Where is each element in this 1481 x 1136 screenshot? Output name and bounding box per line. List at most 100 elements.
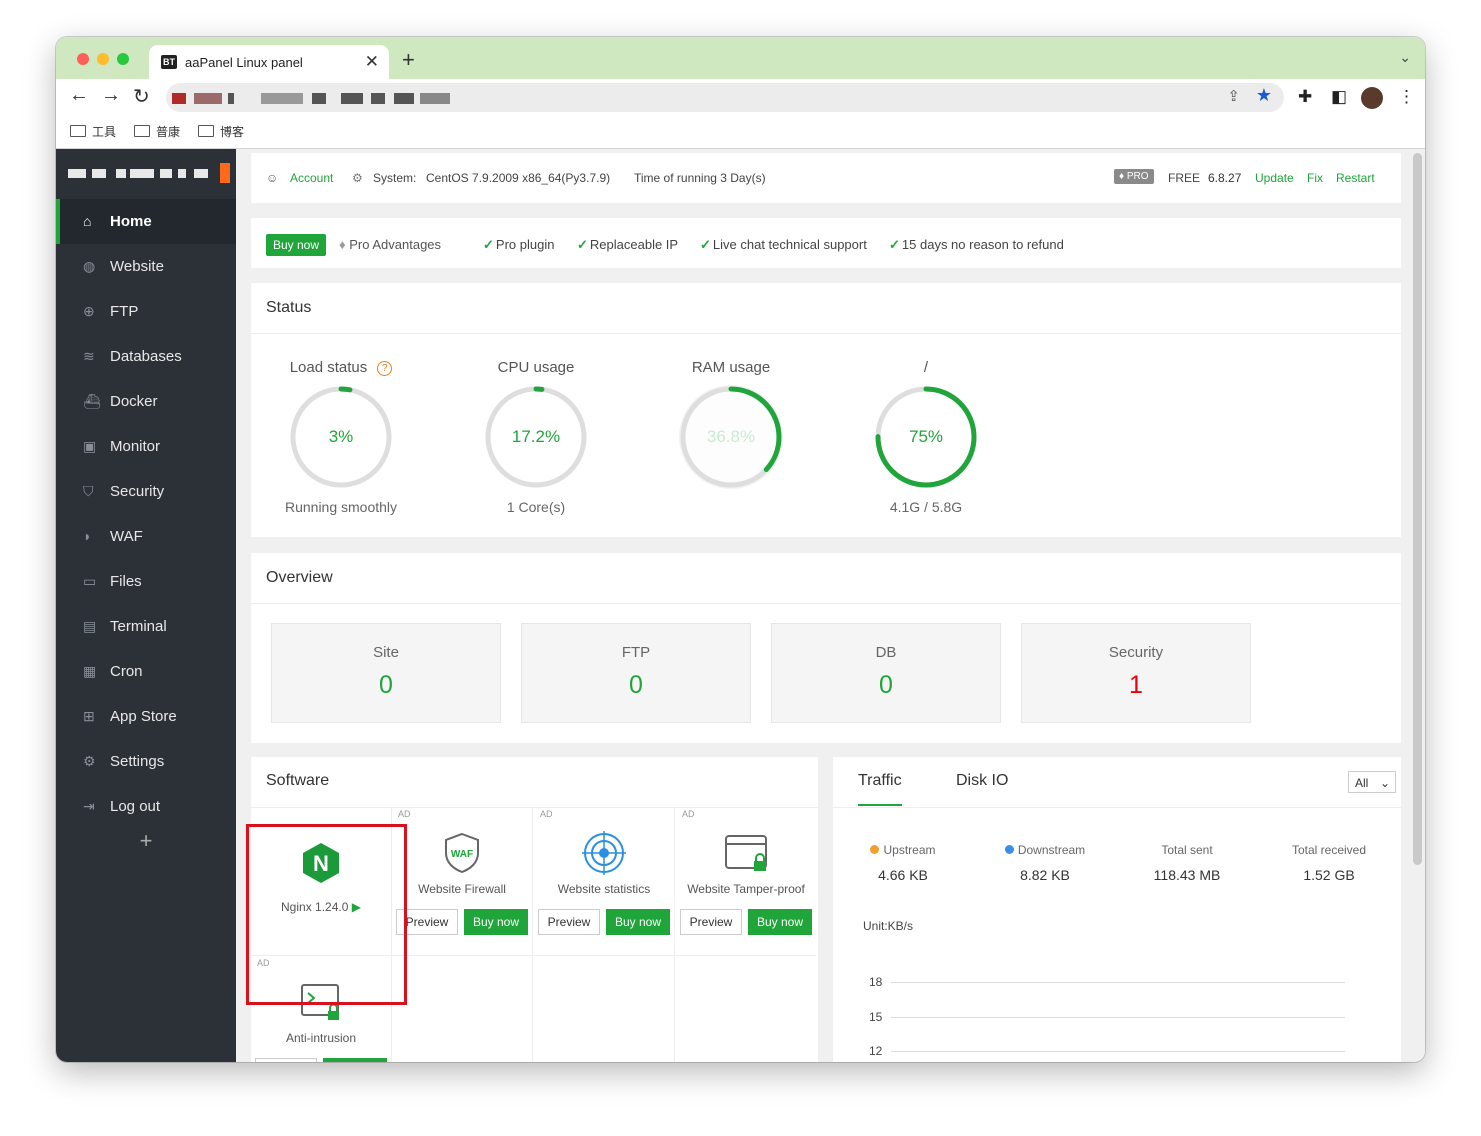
waf-icon: ◗ <box>83 528 92 544</box>
feature-label: 15 days no reason to refund <box>901 237 1064 252</box>
buy-now-button[interactable]: Buy now <box>323 1058 387 1062</box>
sidebar-item-docker[interactable]: ⛴ Docker <box>56 379 236 424</box>
sidebar-item-label: Security <box>110 483 165 500</box>
gauge-label: RAM usage <box>641 359 821 383</box>
overview-site[interactable]: Site 0 <box>271 623 501 723</box>
grid-line <box>891 1017 1345 1018</box>
gauge-label-text: CPU usage <box>497 359 575 376</box>
feature-label: Replaceable IP <box>589 237 679 252</box>
browser-tab[interactable]: BT aaPanel Linux panel ✕ <box>149 45 389 79</box>
globe-icon: ◍ <box>83 258 96 274</box>
help-icon[interactable]: ? <box>377 361 393 376</box>
preview-button[interactable]: Preview <box>538 909 600 935</box>
feature-item: ✓ 15 days no reason to refund <box>889 237 1064 253</box>
tab-search-icon[interactable]: ⌄ <box>1399 49 1411 66</box>
pro-advantages[interactable]: ♦ Pro Advantages <box>339 237 441 252</box>
ad-tag: AD <box>682 809 695 819</box>
star-icon[interactable]: ★ <box>1256 85 1272 106</box>
calendar-icon: ▦ <box>83 663 97 679</box>
database-icon: ≋ <box>83 348 95 364</box>
sidebar-item-log-out[interactable]: ⇥ Log out <box>56 784 236 829</box>
tab-strip: BT aaPanel Linux panel ✕ + ⌄ <box>56 37 1425 79</box>
gauge-ring: 17.2% <box>482 383 590 491</box>
sidebar-item-settings[interactable]: ⚙ Settings <box>56 739 236 784</box>
blurred-url <box>341 93 363 104</box>
new-tab-icon[interactable]: + <box>402 47 415 73</box>
gauge-1[interactable]: CPU usage 17.2% 1 Core(s) <box>446 359 626 515</box>
update-link[interactable]: Update <box>1255 171 1294 185</box>
buy-now-button[interactable]: Buy now <box>464 909 528 935</box>
overview-ftp[interactable]: FTP 0 <box>521 623 751 723</box>
gauge-2[interactable]: RAM usage 36.8% <box>641 359 821 499</box>
pro-badge-label: PRO <box>1126 171 1149 182</box>
add-shortcut-button[interactable]: + <box>56 828 236 854</box>
gauge-value: 17.2% <box>511 427 561 446</box>
preview-button[interactable]: Preview <box>255 1058 317 1062</box>
software-title: Software <box>266 772 330 789</box>
stat-value: 1.52 GB <box>1303 867 1355 883</box>
stat-value: 118.43 MB <box>1153 867 1221 883</box>
sidebar-item-databases[interactable]: ≋ Databases <box>56 334 236 379</box>
forward-icon[interactable]: → <box>101 84 121 107</box>
extensions-icon[interactable]: ✚ <box>1298 87 1312 107</box>
logout-icon: ⇥ <box>83 798 95 814</box>
close-tab-icon[interactable]: ✕ <box>365 52 379 72</box>
bookmark-folder[interactable]: 普康 <box>134 123 180 140</box>
account-link[interactable]: Account <box>290 171 333 185</box>
overview-label: Security <box>1108 644 1164 661</box>
folder-icon <box>70 125 86 137</box>
buy-now-button[interactable]: Buy now <box>266 234 327 256</box>
restart-link[interactable]: Restart <box>1336 171 1375 185</box>
sidebar-item-terminal[interactable]: ▤ Terminal <box>56 604 236 649</box>
sidebar-item-app-store[interactable]: ⊞ App Store <box>56 694 236 739</box>
tab-disk-io[interactable]: Disk IO <box>956 772 1008 790</box>
close-window-button[interactable] <box>77 53 89 65</box>
sidebar-item-home[interactable]: ⌂ Home <box>56 199 236 244</box>
maximize-window-button[interactable] <box>117 53 129 65</box>
reload-icon[interactable]: ↻ <box>133 84 150 109</box>
gauge-sub: 1 Core(s) <box>506 499 566 515</box>
gauge-0[interactable]: Load status? 3% Running smoothly <box>251 359 431 515</box>
gauge-label: CPU usage <box>446 359 626 383</box>
sidebar-item-monitor[interactable]: ▣ Monitor <box>56 424 236 469</box>
pro-badge[interactable]: ♦ PRO <box>1114 169 1154 184</box>
browser-window: BT aaPanel Linux panel ✕ + ⌄ ← → ↻ ⇪ ★ ✚… <box>56 37 1425 1062</box>
sidebar-item-ftp[interactable]: ⊕ FTP <box>56 289 236 334</box>
overview-db[interactable]: DB 0 <box>771 623 1001 723</box>
minimize-window-button[interactable] <box>97 53 109 65</box>
address-bar[interactable]: ⇪ ★ <box>166 83 1284 112</box>
sidebar-item-label: Databases <box>110 348 182 365</box>
chart-unit: Unit:KB/s <box>863 919 914 933</box>
sidebar-item-website[interactable]: ◍ Website <box>56 244 236 289</box>
overview-security[interactable]: Security 1 <box>1021 623 1251 723</box>
feature-label: Pro plugin <box>495 237 555 252</box>
bookmark-folder[interactable]: 工具 <box>70 123 116 140</box>
gauge-3[interactable]: / 75% 4.1G / 5.8G <box>836 359 1016 515</box>
sidebar-item-files[interactable]: ▭ Files <box>56 559 236 604</box>
page-scrollbar[interactable] <box>1413 153 1422 865</box>
sidepanel-icon[interactable]: ◧ <box>1331 87 1347 107</box>
bookmark-folder[interactable]: 博客 <box>198 123 244 140</box>
sidebar-item-label: Files <box>110 573 142 590</box>
buy-now-button[interactable]: Buy now <box>606 909 670 935</box>
share-icon[interactable]: ⇪ <box>1227 87 1240 105</box>
home-icon: ⌂ <box>83 213 92 229</box>
blurred-url <box>194 93 222 104</box>
sidebar-item-security[interactable]: ⛉ Security <box>56 469 236 514</box>
avatar[interactable] <box>1361 87 1383 109</box>
stat-label: Downstream <box>1017 843 1086 857</box>
fix-link[interactable]: Fix <box>1307 171 1323 185</box>
sidebar-item-cron[interactable]: ▦ Cron <box>56 649 236 694</box>
stat-downstream: Downstream 8.82 KB <box>975 843 1115 883</box>
y-tick: 15 <box>869 1010 883 1024</box>
tab-traffic[interactable]: Traffic <box>858 772 902 806</box>
back-icon[interactable]: ← <box>69 84 89 107</box>
preview-button[interactable]: Preview <box>680 909 742 935</box>
sidebar: ⌂ Home ◍ Website ⊕ FTP ≋ Databases ⛴ Docker ▣ Monit… <box>56 149 236 1062</box>
buy-now-button[interactable]: Buy now <box>748 909 812 935</box>
sidebar-item-waf[interactable]: ◗ WAF <box>56 514 236 559</box>
interface-select[interactable]: All ⌄ <box>1348 771 1396 793</box>
shield-icon: ⛉ <box>83 483 94 499</box>
menu-icon[interactable]: ⋮ <box>1398 87 1415 107</box>
traffic-card: Traffic Disk IO All ⌄ Upstream 4.66 KB Do… <box>833 757 1401 1062</box>
